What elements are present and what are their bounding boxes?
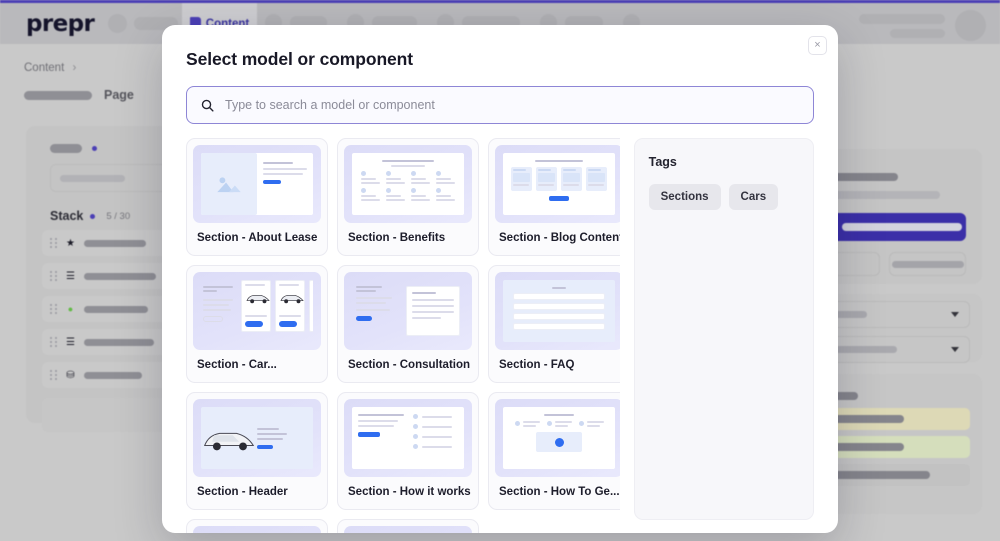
- history-row-3-label-placeholder: [832, 471, 930, 479]
- stack-item-label-placeholder: [84, 272, 156, 280]
- field-label-placeholder: [50, 144, 82, 153]
- model-card[interactable]: Section - How it works: [337, 392, 479, 510]
- model-card-grid: Section - About Lease Section - Benefits S…: [186, 138, 620, 533]
- history-row-1[interactable]: [824, 408, 970, 430]
- avatar[interactable]: [955, 10, 986, 41]
- page-title-placeholder: [24, 90, 92, 100]
- select-model-modal: Select model or component × Section - Ab…: [162, 25, 838, 533]
- stack-item-label-placeholder: [84, 305, 148, 313]
- history-row-3[interactable]: [824, 464, 970, 486]
- publish-button[interactable]: [828, 213, 966, 241]
- tag-list: Sections Cars: [648, 184, 799, 210]
- page-type-label: Page: [104, 88, 134, 102]
- model-card-label: Section - About Lease: [197, 232, 318, 244]
- required-dot-icon: [92, 146, 97, 151]
- model-card-thumbnail: [344, 272, 472, 350]
- model-card-label: Section - FAQ: [499, 359, 575, 371]
- search-input[interactable]: [225, 98, 799, 112]
- panel-heading-placeholder: [828, 173, 898, 181]
- model-card-label: Section - How To Ge...: [499, 486, 620, 498]
- prepr-logo: prepr: [26, 10, 95, 37]
- select-field-2-value-placeholder: [835, 346, 897, 353]
- stack-label: Stack: [50, 209, 84, 223]
- tag-chip[interactable]: Sections: [648, 184, 721, 210]
- chevron-right-icon: ›: [72, 62, 77, 74]
- model-card-thumbnail: [193, 272, 321, 350]
- model-card-thumbnail: [495, 145, 620, 223]
- model-card[interactable]: Section - Header: [186, 392, 328, 510]
- drag-handle-icon[interactable]: [50, 303, 57, 315]
- model-card-label: Section - Car...: [197, 359, 277, 371]
- model-card[interactable]: Section - FAQ: [488, 265, 620, 383]
- topbar-subtitle-placeholder: [890, 28, 945, 38]
- tags-title: Tags: [648, 155, 677, 169]
- modal-title: Select model or component: [186, 49, 413, 69]
- select-field-1[interactable]: [824, 301, 970, 328]
- model-grid-scroll[interactable]: Section - About Lease Section - Benefits S…: [186, 138, 620, 533]
- model-card[interactable]: [186, 519, 328, 533]
- model-card-thumbnail: [495, 399, 620, 477]
- drag-handle-icon[interactable]: [50, 369, 57, 381]
- stack-item-label-placeholder: [84, 371, 142, 379]
- select-field-2[interactable]: [824, 336, 970, 363]
- model-card-thumbnail: [344, 526, 472, 533]
- star-icon: ★: [66, 237, 75, 249]
- list-icon: ☰: [66, 270, 75, 282]
- search-field[interactable]: [186, 86, 814, 124]
- panel-sub-placeholder: [828, 191, 940, 199]
- stack-item-label-placeholder: [84, 239, 146, 247]
- select-field-1-value-placeholder: [835, 311, 867, 318]
- stack-item-label-placeholder: [84, 338, 154, 346]
- secondary-button-2[interactable]: [889, 252, 966, 276]
- chevron-down-icon: [951, 347, 959, 352]
- model-card-label: Section - Blog Content: [499, 232, 620, 244]
- tag-chip[interactable]: Cars: [728, 184, 779, 210]
- model-card[interactable]: Section - Car...: [186, 265, 328, 383]
- secondary-button-2-label-placeholder: [891, 260, 964, 268]
- model-card-thumbnail: [344, 145, 472, 223]
- model-card-label: Section - Header: [197, 486, 288, 498]
- topbar-right-cluster: [859, 10, 986, 41]
- drag-handle-icon[interactable]: [50, 336, 57, 348]
- model-card[interactable]: Section - About Lease: [186, 138, 328, 256]
- model-card-thumbnail: [193, 526, 321, 533]
- close-icon[interactable]: ×: [808, 36, 827, 55]
- model-card-thumbnail: [495, 272, 620, 350]
- secondary-actions: [828, 252, 966, 276]
- green-dot-icon: ●: [67, 304, 74, 314]
- list-icon: ☰: [66, 336, 75, 348]
- input-value-placeholder: [60, 174, 125, 182]
- model-card-label: Section - Benefits: [348, 232, 446, 244]
- model-card[interactable]: Section - How To Ge...: [488, 392, 620, 510]
- model-card[interactable]: Section - Benefits: [337, 138, 479, 256]
- model-card[interactable]: Section - Blog Content: [488, 138, 620, 256]
- model-card-label: Section - How it works: [348, 486, 471, 498]
- search-icon: [201, 99, 214, 112]
- topbar-avatar-placeholder: [108, 14, 128, 33]
- chevron-down-icon: [951, 312, 959, 317]
- drag-handle-icon[interactable]: [50, 237, 57, 249]
- model-card[interactable]: [337, 519, 479, 533]
- stack-dot-icon: [90, 213, 96, 219]
- model-card[interactable]: Section - Consultation: [337, 265, 479, 383]
- breadcrumb-label: Content: [24, 62, 65, 74]
- modal-body: Section - About Lease Section - Benefits S…: [162, 124, 838, 533]
- drag-handle-icon[interactable]: [50, 270, 57, 282]
- model-card-label: Section - Consultation: [348, 359, 471, 371]
- stack-count: 5 / 30: [106, 210, 131, 222]
- history-row-2[interactable]: [824, 436, 970, 458]
- history-row-1-label-placeholder: [832, 415, 904, 423]
- topbar-title-placeholder: [859, 13, 945, 24]
- breadcrumb[interactable]: Content ›: [24, 62, 76, 74]
- publish-button-label-placeholder: [842, 223, 962, 231]
- model-card-thumbnail: [193, 145, 321, 223]
- model-card-thumbnail: [193, 399, 321, 477]
- model-card-thumbnail: [344, 399, 472, 477]
- page-title-row: Page: [24, 88, 134, 102]
- basket-icon: ⛁: [66, 369, 75, 381]
- history-row-2-label-placeholder: [832, 443, 904, 451]
- tags-panel: Tags Sections Cars: [633, 138, 814, 520]
